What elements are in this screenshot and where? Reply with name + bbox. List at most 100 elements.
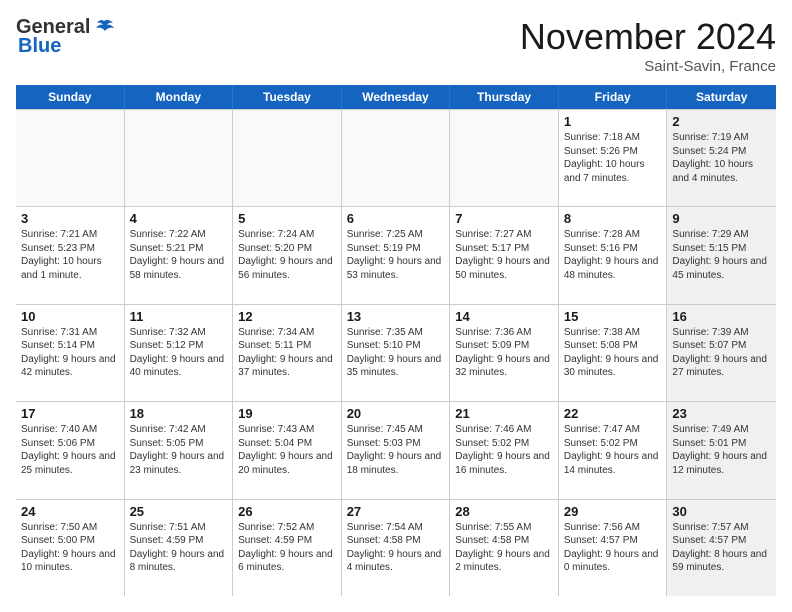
day-number: 1 <box>564 114 662 129</box>
calendar-cell: 23 Sunrise: 7:49 AM Sunset: 5:01 PM Dayli… <box>667 402 776 498</box>
calendar-row-1: 1 Sunrise: 7:18 AM Sunset: 5:26 PM Daylig… <box>16 109 776 207</box>
title-block: November 2024 Saint-Savin, France <box>520 16 776 75</box>
day-number: 11 <box>130 309 228 324</box>
day-number: 21 <box>455 406 553 421</box>
logo: General Blue <box>16 16 115 58</box>
calendar-cell: 16Sunrise: 7:39 AM Sunset: 5:07 PM Dayli… <box>667 305 776 401</box>
header-day-saturday: Saturday <box>667 85 776 109</box>
day-number: 17 <box>21 406 119 421</box>
header: General Blue November 2024 Saint-Savin, … <box>16 16 776 75</box>
calendar-cell: 25 Sunrise: 7:51 AM Sunset: 4:59 PM Dayli… <box>125 500 234 596</box>
calendar-cell: 29 Sunrise: 7:56 AM Sunset: 4:57 PM Dayli… <box>559 500 668 596</box>
day-number: 2 <box>672 114 771 129</box>
calendar-cell <box>16 110 125 206</box>
day-number: 16 <box>672 309 771 324</box>
cell-info: Sunrise: 7:43 AM Sunset: 5:04 PM Dayligh… <box>238 423 336 477</box>
cell-info: Sunrise: 7:18 AM Sunset: 5:26 PM Dayligh… <box>564 131 662 185</box>
calendar-cell: 30 Sunrise: 7:57 AM Sunset: 4:57 PM Dayli… <box>667 500 776 596</box>
calendar-cell: 22Sunrise: 7:47 AM Sunset: 5:02 PM Dayli… <box>559 402 668 498</box>
cell-info: Sunrise: 7:29 AM Sunset: 5:15 PM Dayligh… <box>672 228 771 282</box>
cell-info: Sunrise: 7:45 AM Sunset: 5:03 PM Dayligh… <box>347 423 445 477</box>
cell-info: Sunrise: 7:21 AM Sunset: 5:23 PM Dayligh… <box>21 228 119 282</box>
cell-info: Sunrise: 7:32 AM Sunset: 5:12 PM Dayligh… <box>130 326 228 380</box>
calendar-cell: 26 Sunrise: 7:52 AM Sunset: 4:59 PM Dayli… <box>233 500 342 596</box>
cell-info: Sunrise: 7:25 AM Sunset: 5:19 PM Dayligh… <box>347 228 445 282</box>
cell-info: Sunrise: 7:57 AM Sunset: 4:57 PM Dayligh… <box>672 521 771 575</box>
calendar-cell: 15 Sunrise: 7:38 AM Sunset: 5:08 PM Dayli… <box>559 305 668 401</box>
cell-info: Sunrise: 7:55 AM Sunset: 4:58 PM Dayligh… <box>455 521 553 575</box>
calendar-cell <box>342 110 451 206</box>
cell-info: Sunrise: 7:22 AM Sunset: 5:21 PM Dayligh… <box>130 228 228 282</box>
calendar: SundayMondayTuesdayWednesdayThursdayFrid… <box>16 85 776 596</box>
day-number: 20 <box>347 406 445 421</box>
day-number: 5 <box>238 211 336 226</box>
calendar-cell: 21 Sunrise: 7:46 AM Sunset: 5:02 PM Dayli… <box>450 402 559 498</box>
day-number: 14 <box>455 309 553 324</box>
day-number: 18 <box>130 406 228 421</box>
calendar-cell: 6 Sunrise: 7:25 AM Sunset: 5:19 PM Daylig… <box>342 207 451 303</box>
cell-info: Sunrise: 7:38 AM Sunset: 5:08 PM Dayligh… <box>564 326 662 380</box>
header-day-tuesday: Tuesday <box>233 85 342 109</box>
cell-info: Sunrise: 7:34 AM Sunset: 5:11 PM Dayligh… <box>238 326 336 380</box>
calendar-cell: 5Sunrise: 7:24 AM Sunset: 5:20 PM Daylig… <box>233 207 342 303</box>
day-number: 25 <box>130 504 228 519</box>
calendar-cell: 9 Sunrise: 7:29 AM Sunset: 5:15 PM Daylig… <box>667 207 776 303</box>
calendar-cell: 3Sunrise: 7:21 AM Sunset: 5:23 PM Daylig… <box>16 207 125 303</box>
header-day-wednesday: Wednesday <box>342 85 451 109</box>
cell-info: Sunrise: 7:31 AM Sunset: 5:14 PM Dayligh… <box>21 326 119 380</box>
calendar-row-3: 10 Sunrise: 7:31 AM Sunset: 5:14 PM Dayli… <box>16 305 776 402</box>
calendar-cell <box>450 110 559 206</box>
day-number: 28 <box>455 504 553 519</box>
calendar-cell: 11 Sunrise: 7:32 AM Sunset: 5:12 PM Dayli… <box>125 305 234 401</box>
calendar-cell <box>233 110 342 206</box>
calendar-cell: 1 Sunrise: 7:18 AM Sunset: 5:26 PM Daylig… <box>559 110 668 206</box>
cell-info: Sunrise: 7:19 AM Sunset: 5:24 PM Dayligh… <box>672 131 771 185</box>
cell-info: Sunrise: 7:36 AM Sunset: 5:09 PM Dayligh… <box>455 326 553 380</box>
cell-info: Sunrise: 7:56 AM Sunset: 4:57 PM Dayligh… <box>564 521 662 575</box>
cell-info: Sunrise: 7:35 AM Sunset: 5:10 PM Dayligh… <box>347 326 445 380</box>
month-title: November 2024 <box>520 16 776 58</box>
cell-info: Sunrise: 7:54 AM Sunset: 4:58 PM Dayligh… <box>347 521 445 575</box>
header-day-thursday: Thursday <box>450 85 559 109</box>
cell-info: Sunrise: 7:49 AM Sunset: 5:01 PM Dayligh… <box>672 423 771 477</box>
day-number: 26 <box>238 504 336 519</box>
day-number: 15 <box>564 309 662 324</box>
calendar-cell: 13 Sunrise: 7:35 AM Sunset: 5:10 PM Dayli… <box>342 305 451 401</box>
calendar-row-2: 3Sunrise: 7:21 AM Sunset: 5:23 PM Daylig… <box>16 207 776 304</box>
day-number: 13 <box>347 309 445 324</box>
cell-info: Sunrise: 7:47 AM Sunset: 5:02 PM Dayligh… <box>564 423 662 477</box>
cell-info: Sunrise: 7:40 AM Sunset: 5:06 PM Dayligh… <box>21 423 119 477</box>
day-number: 10 <box>21 309 119 324</box>
header-day-sunday: Sunday <box>16 85 125 109</box>
day-number: 29 <box>564 504 662 519</box>
calendar-cell: 8 Sunrise: 7:28 AM Sunset: 5:16 PM Daylig… <box>559 207 668 303</box>
day-number: 30 <box>672 504 771 519</box>
calendar-cell: 19 Sunrise: 7:43 AM Sunset: 5:04 PM Dayli… <box>233 402 342 498</box>
cell-info: Sunrise: 7:46 AM Sunset: 5:02 PM Dayligh… <box>455 423 553 477</box>
cell-info: Sunrise: 7:51 AM Sunset: 4:59 PM Dayligh… <box>130 521 228 575</box>
location: Saint-Savin, France <box>520 58 776 75</box>
calendar-cell: 10 Sunrise: 7:31 AM Sunset: 5:14 PM Dayli… <box>16 305 125 401</box>
day-number: 19 <box>238 406 336 421</box>
day-number: 23 <box>672 406 771 421</box>
cell-info: Sunrise: 7:52 AM Sunset: 4:59 PM Dayligh… <box>238 521 336 575</box>
calendar-cell: 27Sunrise: 7:54 AM Sunset: 4:58 PM Dayli… <box>342 500 451 596</box>
logo-bird-icon <box>93 19 115 37</box>
day-number: 6 <box>347 211 445 226</box>
calendar-cell: 24Sunrise: 7:50 AM Sunset: 5:00 PM Dayli… <box>16 500 125 596</box>
day-number: 8 <box>564 211 662 226</box>
cell-info: Sunrise: 7:27 AM Sunset: 5:17 PM Dayligh… <box>455 228 553 282</box>
logo-blue-text: Blue <box>18 35 61 58</box>
calendar-cell <box>125 110 234 206</box>
calendar-cell: 7Sunrise: 7:27 AM Sunset: 5:17 PM Daylig… <box>450 207 559 303</box>
calendar-cell: 20 Sunrise: 7:45 AM Sunset: 5:03 PM Dayli… <box>342 402 451 498</box>
calendar-body: 1 Sunrise: 7:18 AM Sunset: 5:26 PM Daylig… <box>16 109 776 596</box>
cell-info: Sunrise: 7:28 AM Sunset: 5:16 PM Dayligh… <box>564 228 662 282</box>
cell-info: Sunrise: 7:42 AM Sunset: 5:05 PM Dayligh… <box>130 423 228 477</box>
calendar-header: SundayMondayTuesdayWednesdayThursdayFrid… <box>16 85 776 109</box>
day-number: 24 <box>21 504 119 519</box>
day-number: 4 <box>130 211 228 226</box>
calendar-cell: 2 Sunrise: 7:19 AM Sunset: 5:24 PM Daylig… <box>667 110 776 206</box>
calendar-cell: 18 Sunrise: 7:42 AM Sunset: 5:05 PM Dayli… <box>125 402 234 498</box>
day-number: 9 <box>672 211 771 226</box>
